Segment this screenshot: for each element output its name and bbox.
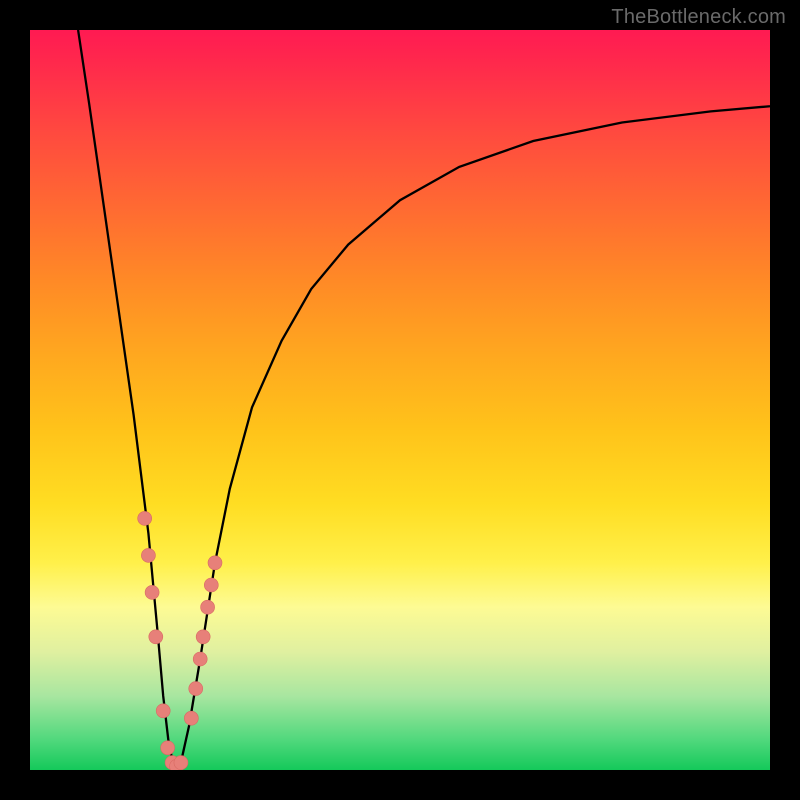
sample-marker (208, 556, 222, 570)
sample-marker (196, 630, 210, 644)
watermark-text: TheBottleneck.com (611, 6, 786, 29)
sample-marker (156, 704, 170, 718)
sample-marker (204, 578, 218, 592)
sample-marker (145, 585, 159, 599)
bottleneck-curve-svg (30, 30, 770, 770)
sample-marker (201, 600, 215, 614)
sample-marker (193, 652, 207, 666)
sample-marker (141, 548, 155, 562)
sample-markers-group (138, 511, 222, 770)
chart-frame: TheBottleneck.com (0, 0, 800, 800)
sample-marker (189, 682, 203, 696)
sample-marker (174, 756, 188, 770)
sample-marker (149, 630, 163, 644)
bottleneck-curve (78, 30, 770, 770)
sample-marker (138, 511, 152, 525)
plot-area (30, 30, 770, 770)
sample-marker (161, 741, 175, 755)
sample-marker (184, 711, 198, 725)
